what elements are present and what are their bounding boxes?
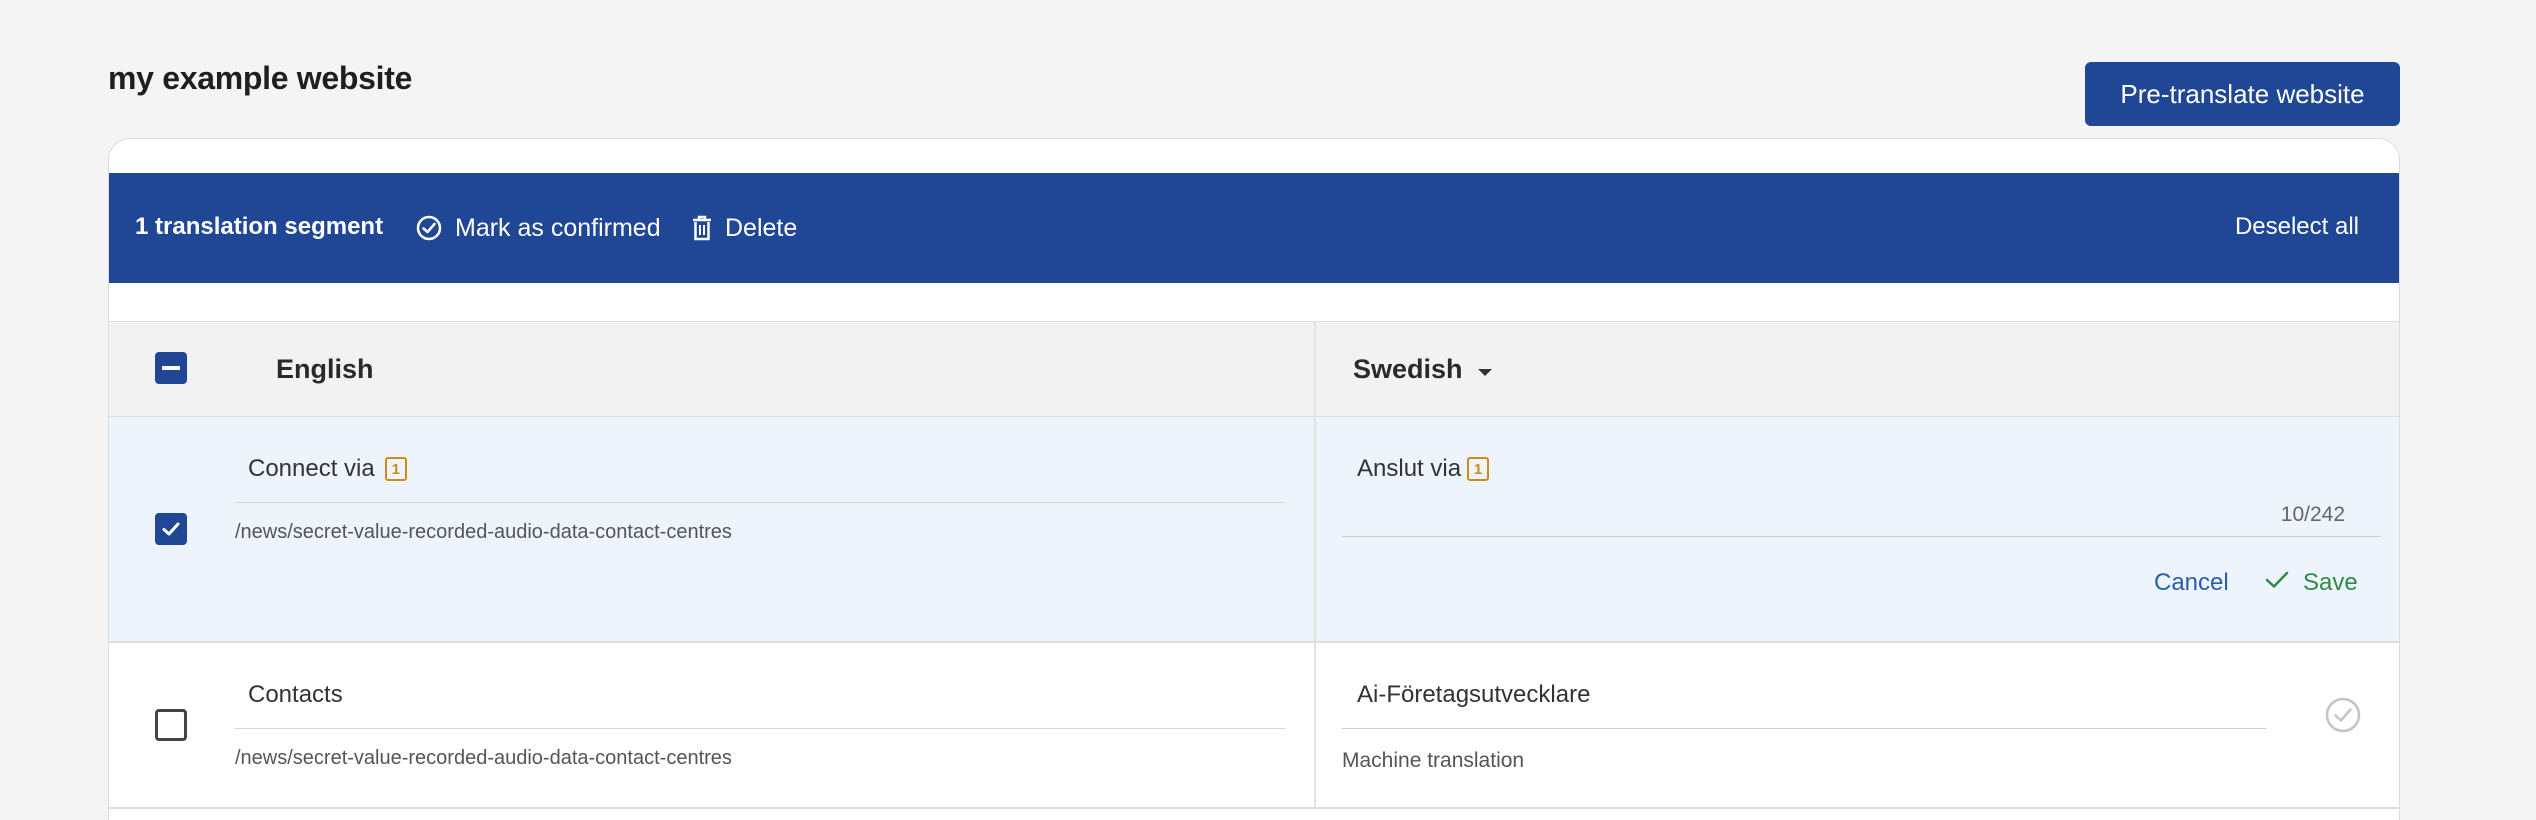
page-title: my example website — [108, 60, 413, 96]
checkmark-icon — [162, 522, 180, 536]
source-text: Connect via 1 — [248, 455, 407, 483]
target-divider — [1342, 536, 2381, 537]
select-all-checkbox[interactable] — [155, 352, 187, 384]
translation-card: 1 translation segment Mark as confirmed … — [108, 138, 2400, 820]
target-text-editor[interactable]: Ai-Företagsutvecklare — [1357, 681, 1590, 709]
source-text: Contacts — [248, 681, 343, 709]
segment-path: /news/secret-value-recorded-audio-data-c… — [235, 747, 732, 769]
selection-action-bar: 1 translation segment Mark as confirmed … — [109, 173, 2399, 283]
table-row[interactable]: Connect via 1 /news/secret-value-recorde… — [109, 417, 2399, 643]
column-divider — [1314, 322, 1316, 416]
row-checkbox[interactable] — [155, 513, 187, 545]
translation-status: Machine translation — [1342, 749, 1525, 772]
table-header: English Swedish — [109, 321, 2399, 417]
check-icon — [2265, 569, 2289, 597]
save-button[interactable]: Save — [2265, 569, 2358, 597]
segments-table: English Swedish Connect via 1 /news/secr… — [109, 321, 2399, 809]
save-label: Save — [2303, 569, 2358, 596]
placeholder-tag-icon: 1 — [384, 457, 407, 481]
source-divider — [235, 728, 1285, 729]
row-checkbox[interactable] — [155, 709, 187, 741]
source-text-label: Contacts — [248, 681, 343, 708]
cancel-button[interactable]: Cancel — [2154, 569, 2229, 597]
minus-icon — [162, 366, 180, 370]
target-divider — [1342, 728, 2266, 729]
trash-icon — [691, 214, 713, 242]
delete-label: Delete — [725, 213, 798, 242]
table-row[interactable]: Contacts /news/secret-value-recorded-aud… — [109, 643, 2399, 809]
delete-button[interactable]: Delete — [691, 203, 797, 253]
target-text-editor[interactable]: Anslut via 1 — [1357, 455, 1490, 483]
column-divider — [1314, 417, 1316, 641]
source-text-label: Connect via — [248, 455, 375, 482]
placeholder-tag-icon: 1 — [1467, 457, 1490, 481]
target-language-dropdown[interactable]: Swedish — [1353, 354, 1493, 385]
segment-path: /news/secret-value-recorded-audio-data-c… — [235, 521, 732, 543]
column-divider — [1314, 643, 1316, 807]
target-language-label: Swedish — [1353, 354, 1463, 384]
character-count: 10/242 — [2280, 503, 2345, 526]
target-text-label: Ai-Företagsutvecklare — [1357, 681, 1591, 708]
deselect-all-button[interactable]: Deselect all — [2235, 213, 2359, 241]
caret-down-icon — [1477, 354, 1493, 385]
source-divider — [235, 502, 1285, 503]
check-circle-icon — [415, 214, 443, 242]
selection-count: 1 translation segment — [135, 213, 384, 240]
pretranslate-website-button[interactable]: Pre-translate website — [2085, 62, 2400, 126]
mark-as-confirmed-button[interactable]: Mark as confirmed — [415, 203, 661, 253]
source-language-header: English — [276, 354, 374, 384]
mark-as-confirmed-label: Mark as confirmed — [455, 213, 661, 242]
confirm-segment-icon[interactable] — [2323, 695, 2363, 740]
target-text-label: Anslut via — [1357, 455, 1462, 482]
